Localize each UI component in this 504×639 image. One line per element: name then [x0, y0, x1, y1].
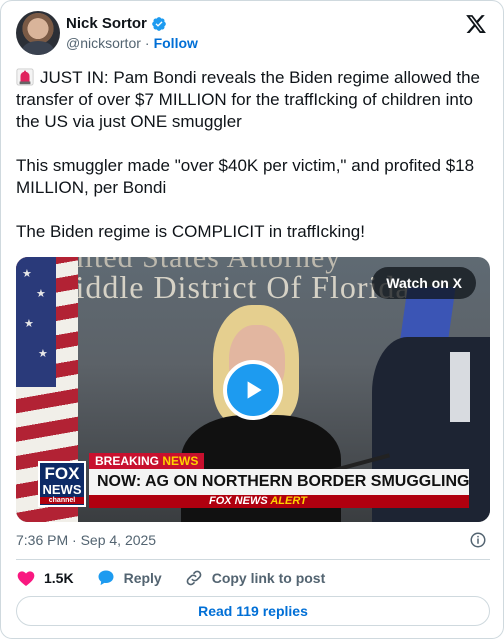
play-button[interactable] — [223, 360, 283, 420]
breaking-news-tag: BREAKING NEWS — [89, 453, 205, 469]
reply-label: Reply — [123, 570, 162, 586]
flag-star: ★ — [36, 288, 46, 300]
fox-logo-line1: FOX — [44, 464, 80, 483]
avatar-shirt — [22, 41, 54, 55]
copy-link-button[interactable]: Copy link to post — [184, 568, 326, 588]
news-headline: NOW: AG ON NORTHERN BORDER SMUGGLING CRA… — [89, 469, 469, 495]
x-logo-icon[interactable] — [465, 13, 487, 35]
wall-text: Middle District Of Florida — [46, 269, 411, 305]
follow-button[interactable]: Follow — [154, 35, 198, 51]
watch-on-x-button[interactable]: Watch on X — [372, 267, 476, 299]
fox-news-logo: FOX NEWS channel — [38, 461, 86, 507]
alert-prefix: FOX NEWS — [209, 495, 268, 507]
link-icon — [186, 570, 202, 586]
author-name[interactable]: Nick Sortor — [66, 15, 147, 32]
tweet-body: JUST IN: Pam Bondi reveals the Biden reg… — [16, 68, 481, 241]
tweet-text: JUST IN: Pam Bondi reveals the Biden reg… — [16, 67, 492, 243]
reply-button[interactable]: Reply — [96, 568, 162, 588]
reply-bubble-icon — [98, 570, 114, 586]
breaking-news-word: NEWS — [162, 454, 199, 468]
flag-star: ★ — [38, 348, 48, 360]
breaking-label: BREAKING — [95, 454, 160, 468]
read-replies-button[interactable]: Read 119 replies — [16, 596, 490, 626]
tweet-card: Nick Sortor @nicksortor · Follow JUST IN… — [0, 0, 504, 639]
siren-icon — [16, 68, 34, 86]
video-player[interactable]: United States Attorney Middle District O… — [16, 257, 490, 522]
author-name-row: Nick Sortor — [66, 15, 167, 32]
copy-link-label: Copy link to post — [211, 570, 326, 586]
flag-star: ★ — [22, 268, 32, 280]
like-count: 1.5K — [44, 570, 74, 586]
fox-logo-line2: NEWS — [42, 482, 82, 497]
play-icon — [247, 381, 262, 399]
author-handle[interactable]: @nicksortor — [66, 35, 141, 51]
tweet-timestamp[interactable]: 7:36 PM · Sep 4, 2025 — [16, 532, 156, 548]
like-button[interactable]: 1.5K — [16, 568, 74, 588]
avatar[interactable] — [16, 11, 60, 55]
verified-badge-icon — [152, 16, 166, 31]
handle-separator: · — [144, 35, 150, 51]
alert-word: ALERT — [270, 495, 307, 507]
fox-alert-bar: FOX NEWS ALERT — [89, 495, 469, 508]
heart-icon — [17, 571, 35, 586]
news-lower-third: FOX NEWS channel BREAKING NEWS NOW: AG O… — [38, 453, 472, 510]
footer-divider — [16, 559, 490, 560]
action-bar: 1.5K Reply Copy link to post — [16, 568, 347, 588]
author-handle-row: @nicksortor · Follow — [66, 35, 198, 51]
flag-star: ★ — [24, 318, 34, 330]
info-icon[interactable] — [469, 531, 487, 549]
fox-logo-line3: channel — [40, 497, 84, 504]
man-shirt — [450, 352, 470, 422]
